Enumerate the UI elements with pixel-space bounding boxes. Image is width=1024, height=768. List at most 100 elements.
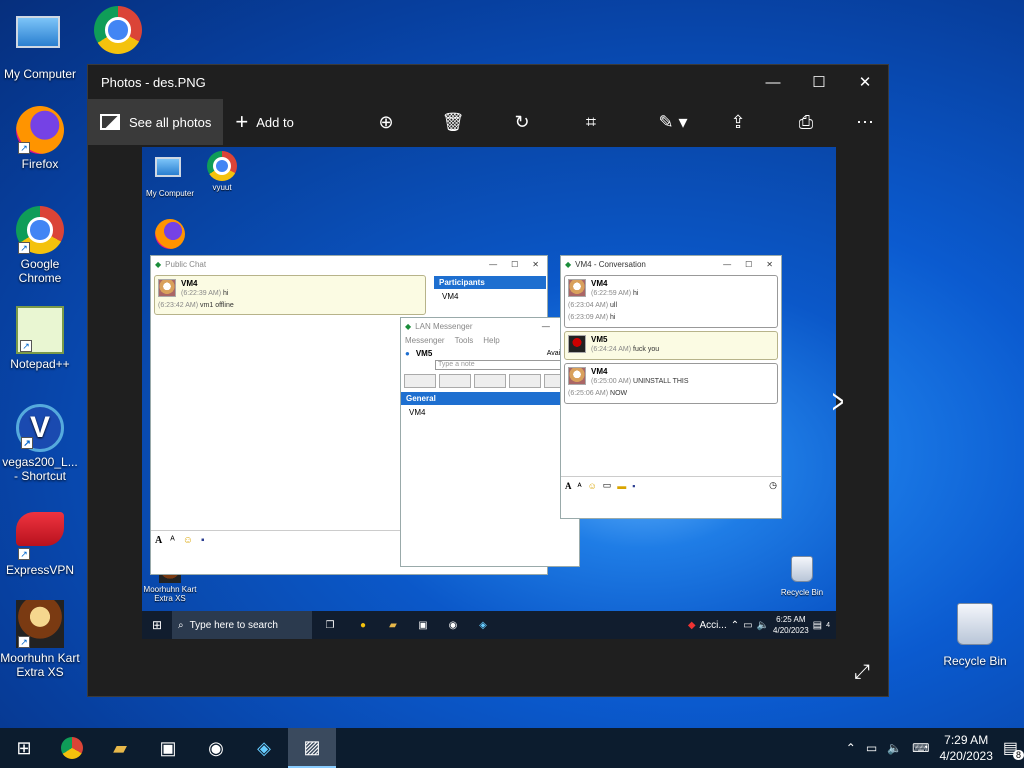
- inner-search-placeholder: Type here to search: [189, 619, 278, 631]
- message-text: UNINSTALL THIS: [633, 378, 689, 385]
- shortcut-arrow-icon: ↗: [21, 437, 33, 449]
- taskbar-messenger[interactable]: ◈: [240, 728, 288, 768]
- desktop-icon-label: Moorhuhn Kart Extra XS: [0, 651, 80, 679]
- moorhuhn-icon: ↗: [16, 600, 64, 648]
- notepad-icon: ↗: [16, 306, 64, 354]
- print-button[interactable]: ⎙: [786, 99, 826, 145]
- max-icon: ☐: [511, 259, 519, 269]
- conversation-title: VM4 - Conversation: [575, 259, 646, 269]
- photos-icon: ▨: [303, 736, 321, 757]
- chrome-icon: ●: [359, 619, 367, 631]
- avatar: [568, 367, 586, 385]
- desktop-icon-recycle-bin[interactable]: Recycle Bin: [935, 600, 1015, 668]
- desktop-icon-vegas[interactable]: V ↗ vegas200_L... - Shortcut: [0, 404, 80, 483]
- public-chat-titlebar: ◆ Public Chat — ☐ ✕: [151, 256, 547, 272]
- see-all-photos-button[interactable]: See all photos: [88, 99, 224, 145]
- save-icon: ▪: [632, 480, 636, 491]
- message-text: hi: [223, 290, 229, 297]
- next-photo-button[interactable]: >: [832, 383, 844, 422]
- conversation-window: ◆ VM4 - Conversation — ☐ ✕ VM4 (6:22:59 AM…: [560, 255, 782, 519]
- clock[interactable]: 7:29 AM 4/20/2023: [939, 732, 992, 764]
- volume-icon[interactable]: 🔈: [887, 741, 902, 755]
- desktop-icon-chrome-top[interactable]: [78, 6, 158, 57]
- network-icon[interactable]: ▭: [866, 741, 877, 755]
- edit-button[interactable]: ✎ ▾: [648, 99, 698, 145]
- vegas-icon: V ↗: [16, 404, 64, 452]
- close-icon: ✕: [532, 259, 539, 269]
- desktop-icon-firefox[interactable]: ↗ Firefox: [0, 106, 80, 171]
- message-text: hi: [633, 290, 639, 297]
- fullscreen-button[interactable]: ⤢: [854, 661, 870, 684]
- share-button[interactable]: ⇪: [718, 99, 758, 145]
- desktop-icon-my-computer[interactable]: My Computer: [0, 10, 80, 81]
- desktop-icon-label: ExpressVPN: [5, 563, 75, 577]
- start-button[interactable]: ⊞: [0, 728, 48, 768]
- lan-messenger-titlebar: ◆ LAN Messenger —☐: [401, 318, 579, 334]
- taskbar-file-explorer[interactable]: ▰: [96, 728, 144, 768]
- chevron-up-icon[interactable]: ⌃: [846, 741, 856, 755]
- photos-titlebar: Photos - des.PNG — ☐ ✕: [88, 65, 888, 99]
- message-time: (6:23:09 AM): [568, 314, 609, 321]
- delete-button[interactable]: 🗑: [433, 99, 473, 145]
- desktop-icon-expressvpn[interactable]: ↗ ExpressVPN: [0, 504, 80, 577]
- desktop-icon-label: My Computer: [3, 67, 77, 81]
- trash-icon: 🗑: [441, 111, 465, 132]
- taskbar-steam[interactable]: ◉: [192, 728, 240, 768]
- maximize-button[interactable]: ☐: [796, 65, 842, 99]
- lan-user-name: VM5: [415, 349, 433, 358]
- message-time: (6:25:06 AM): [568, 390, 609, 397]
- message-time: (6:23:42 AM): [158, 302, 199, 309]
- rotate-button[interactable]: ↻: [502, 99, 542, 145]
- sender-name: VM4: [591, 279, 608, 288]
- windows-icon: ⊞: [16, 737, 32, 758]
- public-chat-title: Public Chat: [165, 259, 207, 269]
- shortcut-arrow-icon: ↗: [18, 636, 30, 648]
- zoom-in-button[interactable]: ⊕: [366, 99, 406, 145]
- desktop-icon-google-chrome[interactable]: ↗ Google Chrome: [0, 206, 80, 285]
- more-options-button[interactable]: ⋯: [845, 99, 885, 145]
- inner-taskbar: ⊞ ⌕ Type here to search ❐ ● ▰ ▣ ◉ ◈ ◆ Ac…: [142, 611, 836, 639]
- group-member: VM4: [409, 408, 426, 417]
- inner-icon-vyuut: vyuut: [194, 151, 250, 192]
- desktop-icon-moorhuhn[interactable]: ↗ Moorhuhn Kart Extra XS: [0, 600, 80, 679]
- chevron-up-icon: ⌃: [730, 619, 740, 631]
- folder-icon: ▰: [389, 619, 397, 631]
- shortcut-arrow-icon: ↗: [18, 242, 30, 254]
- notification-center-button[interactable]: ▤ 8: [1003, 738, 1024, 760]
- inner-icon-label: Moorhuhn Kart Extra XS: [143, 585, 197, 603]
- computer-icon: [16, 16, 64, 64]
- desktop-icon-label: Google Chrome: [18, 257, 62, 285]
- avatar: [568, 335, 586, 353]
- add-to-button[interactable]: + Add to: [223, 99, 305, 145]
- window-title: Photos - des.PNG: [101, 74, 206, 90]
- lan-messenger-title: LAN Messenger: [415, 321, 473, 331]
- sender-name: VM4: [181, 279, 198, 288]
- see-all-photos-label: See all photos: [129, 114, 212, 130]
- shortcut-arrow-icon: ↗: [18, 142, 30, 154]
- close-button[interactable]: ✕: [842, 65, 888, 99]
- chrome-icon: [61, 737, 83, 759]
- taskbar-chrome[interactable]: [48, 728, 96, 768]
- crop-button[interactable]: ⌗: [571, 99, 611, 145]
- taskbar-store[interactable]: ▣: [144, 728, 192, 768]
- message-time: (6:25:00 AM): [591, 378, 632, 385]
- font-icon: A: [155, 535, 163, 546]
- rotate-icon: ↻: [514, 111, 530, 132]
- desktop-icon-notepad[interactable]: ↗ Notepad++: [0, 306, 80, 371]
- min-icon: —: [723, 259, 732, 269]
- image-icon: [100, 114, 120, 130]
- taskbar-photos[interactable]: ▨: [288, 728, 336, 768]
- menu-tools: Tools: [454, 336, 474, 345]
- share-icon: ⇪: [730, 111, 746, 132]
- menu-messenger: Messenger: [405, 336, 445, 345]
- minimize-button[interactable]: —: [750, 65, 796, 99]
- tool-button: [439, 374, 471, 388]
- menu-help: Help: [483, 336, 500, 345]
- inner-icon-my-computer: My Computer: [142, 153, 198, 198]
- chrome-icon: [94, 6, 142, 54]
- message-time: (6:24:24 AM): [591, 346, 632, 353]
- keyboard-icon[interactable]: ⌨: [912, 741, 929, 755]
- steam-icon: ◉: [448, 619, 458, 631]
- inner-tray: ◆ Acci... ⌃ ▭ 🔈 6:25 AM 4/20/2023 ▤ 4: [688, 614, 836, 636]
- firefox-icon: ↗: [16, 106, 64, 154]
